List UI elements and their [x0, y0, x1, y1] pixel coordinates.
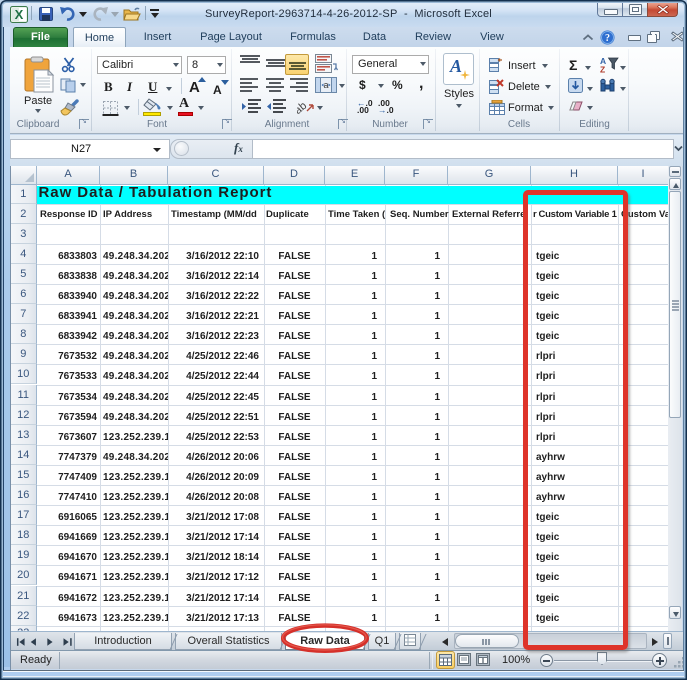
svg-text:?: ?	[605, 33, 610, 44]
svg-text:a: a	[323, 80, 328, 90]
svg-text:ab: ab	[297, 100, 309, 115]
svg-text:X: X	[15, 7, 24, 22]
svg-text:Z: Z	[600, 65, 605, 74]
